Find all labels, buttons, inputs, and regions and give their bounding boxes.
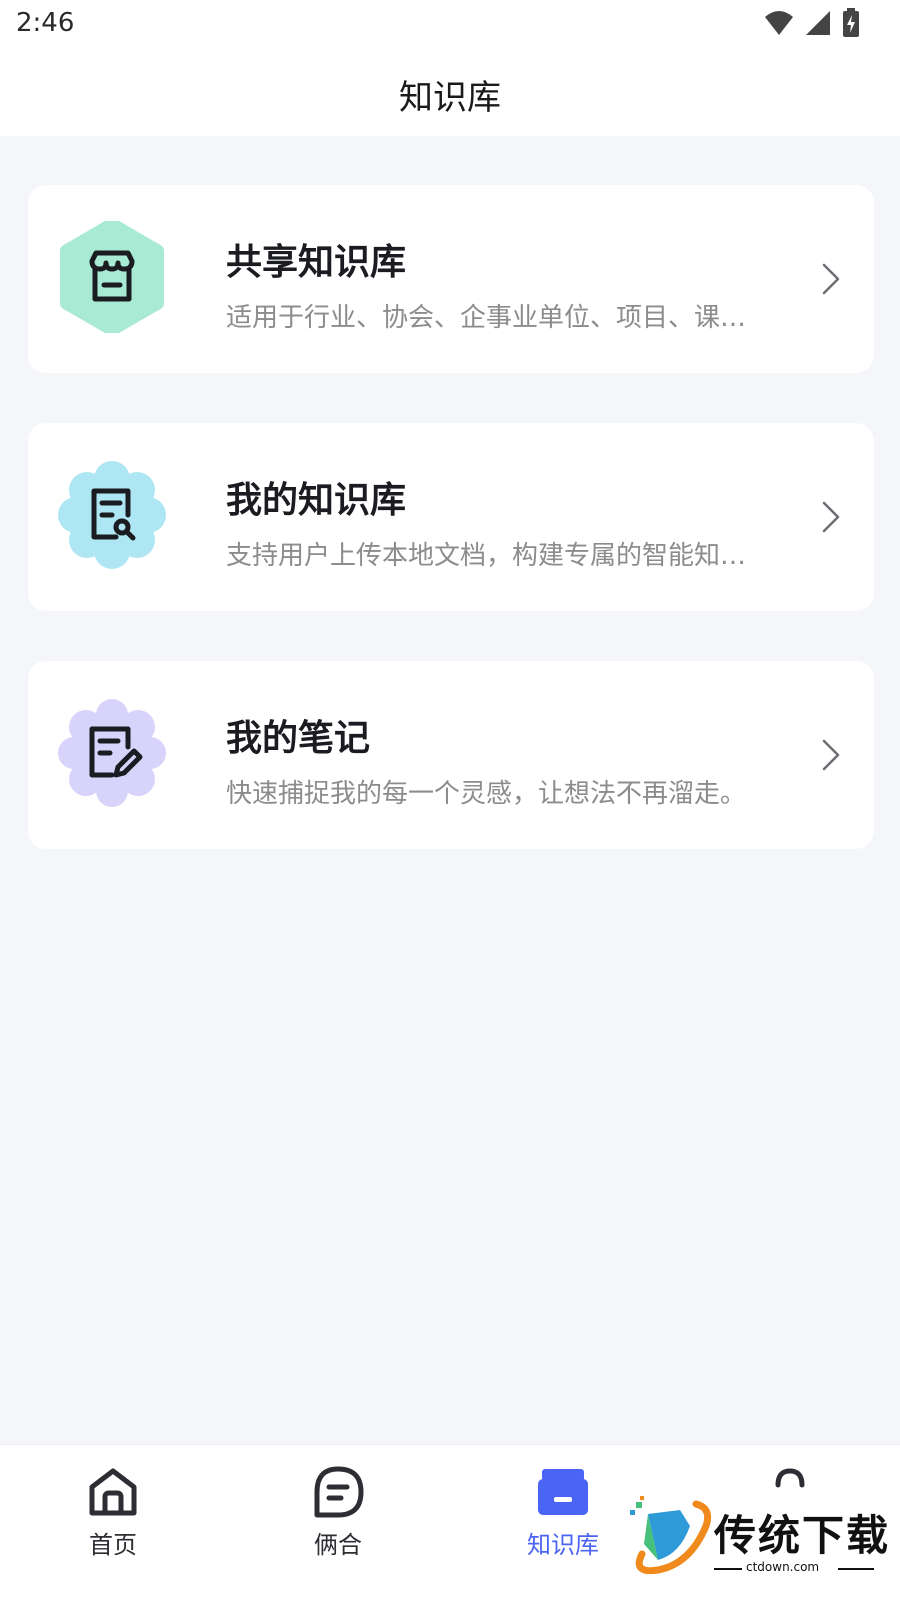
card-title: 我的笔记	[226, 718, 371, 759]
chevron-right-icon	[822, 739, 840, 771]
status-icons	[764, 8, 860, 38]
chat-icon	[314, 1466, 364, 1518]
page-title: 知识库	[399, 78, 501, 118]
watermark-divider	[838, 1568, 874, 1570]
store-icon	[56, 221, 168, 333]
chevron-right-icon	[822, 263, 840, 295]
watermark-subtext: ctdown.com	[746, 1560, 820, 1574]
card-my-knowledge-base[interactable]: 我的知识库 支持用户上传本地文档，构建专属的智能知…	[28, 423, 874, 611]
card-description: 支持用户上传本地文档，构建专属的智能知…	[226, 541, 747, 571]
tab-knowledge-base[interactable]: 知识库	[503, 1465, 623, 1575]
tab-home[interactable]: 首页	[53, 1465, 173, 1575]
card-title: 共享知识库	[226, 242, 407, 283]
status-bar: 2:46	[0, 0, 900, 50]
card-description: 快速捕捉我的每一个灵感，让想法不再溜走。	[226, 779, 747, 809]
document-search-icon	[56, 459, 168, 571]
chevron-right-icon	[822, 501, 840, 533]
watermark-logo-icon	[630, 1496, 712, 1575]
battery-charging-icon	[843, 8, 859, 37]
tab-chat[interactable]: 俩合	[278, 1465, 398, 1575]
tab-label: 俩合	[314, 1531, 362, 1559]
title-bar: 知识库	[0, 50, 900, 136]
card-title: 我的知识库	[226, 480, 407, 521]
watermark-logo: 传统下载 ctdown.com	[628, 1496, 888, 1586]
watermark-text: 传统下载	[714, 1511, 891, 1560]
note-edit-icon	[56, 697, 168, 809]
card-my-notes[interactable]: 我的笔记 快速捕捉我的每一个灵感，让想法不再溜走。	[28, 661, 874, 849]
knowledge-base-icon	[538, 1469, 588, 1515]
tab-label: 知识库	[527, 1531, 599, 1559]
home-icon	[89, 1468, 137, 1516]
signal-icon	[806, 11, 830, 35]
card-shared-knowledge-base[interactable]: 共享知识库 适用于行业、协会、企事业单位、项目、课…	[28, 185, 874, 373]
tab-label: 首页	[89, 1531, 137, 1559]
card-description: 适用于行业、协会、企事业单位、项目、课…	[226, 303, 747, 333]
wifi-icon	[765, 11, 793, 35]
status-time: 2:46	[16, 8, 75, 38]
watermark-divider	[714, 1568, 742, 1570]
